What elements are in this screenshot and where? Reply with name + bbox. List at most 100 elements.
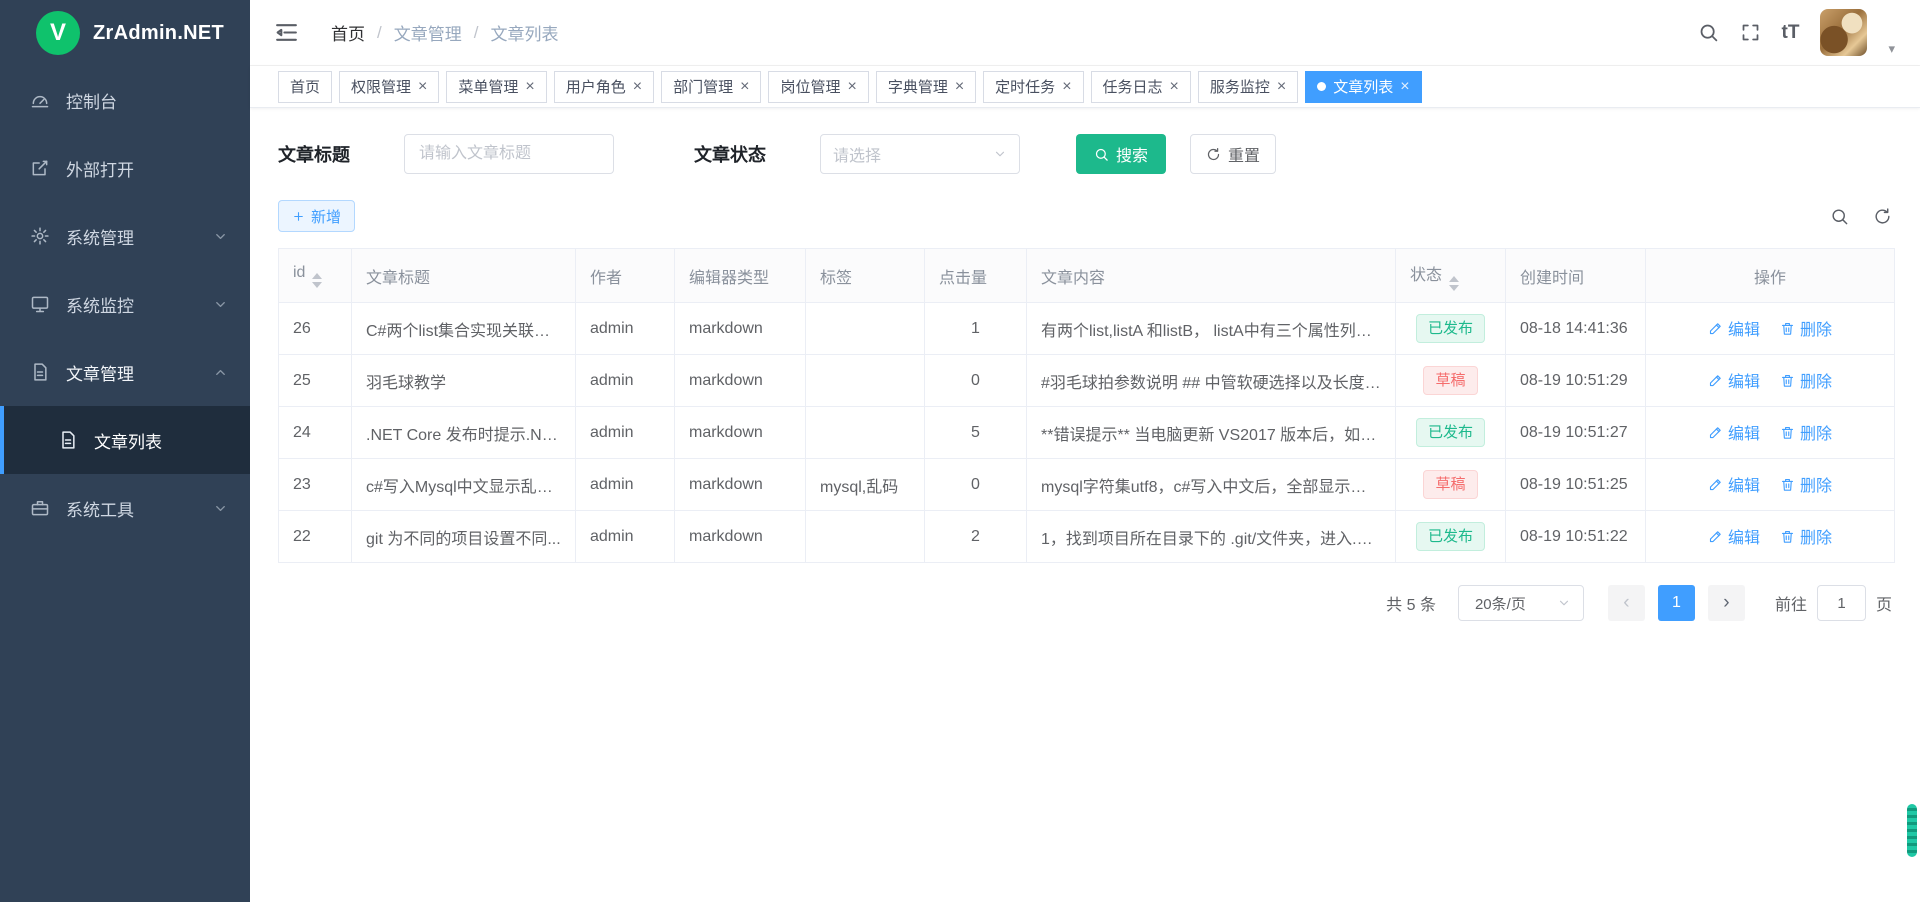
search-button[interactable]: 搜索 <box>1076 134 1166 174</box>
close-icon[interactable]: × <box>525 79 534 95</box>
sidebar-item-article-list[interactable]: 文章列表 <box>0 406 250 474</box>
sort-caret-icon[interactable] <box>1449 276 1459 291</box>
status-badge: 草稿 <box>1423 366 1477 395</box>
cell-action: 编辑删除 <box>1646 459 1895 511</box>
page-number-button[interactable]: 1 <box>1658 585 1695 621</box>
tab-label: 文章列表 <box>1333 76 1393 97</box>
sidebar-item-dashboard[interactable]: 控制台 <box>0 66 250 134</box>
cell-status: 已发布 <box>1396 303 1506 355</box>
search-icon[interactable] <box>1698 22 1719 43</box>
close-icon[interactable]: × <box>1400 79 1409 95</box>
table-row: 23c#写入Mysql中文显示乱码 ...adminmarkdownmysql,… <box>279 459 1895 511</box>
close-icon[interactable]: × <box>955 79 964 95</box>
tab-home[interactable]: 首页 <box>278 71 332 103</box>
delete-link[interactable]: 删除 <box>1780 420 1832 444</box>
user-avatar[interactable] <box>1820 9 1867 56</box>
cell-action: 编辑删除 <box>1646 407 1895 459</box>
refresh-icon[interactable] <box>1873 207 1892 226</box>
sort-descending-icon <box>312 282 322 288</box>
delete-link[interactable]: 删除 <box>1780 368 1832 392</box>
cell-created: 08-19 10:51:25 <box>1506 459 1646 511</box>
sidebar-item-system-admin[interactable]: 系统管理 <box>0 202 250 270</box>
cell-title: 羽毛球教学 <box>352 355 576 407</box>
toggle-search-icon[interactable] <box>1830 207 1849 226</box>
next-page-button[interactable]: › <box>1708 585 1745 621</box>
tab-perm-mgmt[interactable]: 权限管理× <box>339 71 439 103</box>
cell-action: 编辑 删除 <box>1646 355 1895 407</box>
reset-button[interactable]: 重置 <box>1190 134 1276 174</box>
breadcrumb-separator: / <box>377 23 382 43</box>
close-icon[interactable]: × <box>633 79 642 95</box>
tab-dict-mgmt[interactable]: 字典管理× <box>876 71 976 103</box>
delete-link[interactable]: 删除 <box>1780 472 1832 496</box>
close-icon[interactable]: × <box>1277 79 1286 95</box>
tab-article-list[interactable]: 文章列表 × <box>1305 71 1421 103</box>
page-unit-label: 页 <box>1876 591 1892 615</box>
breadcrumb-item-1[interactable]: 文章管理 <box>394 20 462 45</box>
status-badge: 已发布 <box>1416 314 1485 343</box>
reset-button-label: 重置 <box>1228 142 1260 166</box>
prev-page-button[interactable]: ‹ <box>1608 585 1645 621</box>
tab-label: 定时任务 <box>995 76 1055 97</box>
app-root: V ZrAdmin.NET 控制台外部打开系统管理系统监控文章管理文章列表系统工… <box>0 0 1920 902</box>
edit-link[interactable]: 编辑 <box>1708 472 1760 496</box>
main-area: 首页/文章管理/文章列表 tT ▾ 首页权限管理×菜单管理×用户角色×部门管理×… <box>250 0 1920 902</box>
page-size-select[interactable]: 20条/页 <box>1458 585 1584 621</box>
edit-link[interactable]: 编辑 <box>1708 368 1760 392</box>
add-button[interactable]: 新增 <box>278 200 355 232</box>
close-icon[interactable]: × <box>1170 79 1179 95</box>
tab-cron-task[interactable]: 定时任务 × <box>983 71 1083 103</box>
app-logo: V ZrAdmin.NET <box>0 0 250 66</box>
close-icon[interactable]: × <box>740 79 749 95</box>
tab-post-mgmt[interactable]: 岗位管理× <box>768 71 868 103</box>
close-icon[interactable]: × <box>847 79 856 95</box>
tab-service-monitor[interactable]: 服务监控× <box>1198 71 1298 103</box>
tab-label: 首页 <box>290 76 320 97</box>
sort-caret-icon[interactable] <box>312 273 322 288</box>
column-header-id[interactable]: id <box>279 249 352 303</box>
edit-link[interactable]: 编辑 <box>1708 316 1760 340</box>
delete-link[interactable]: 删除 <box>1780 316 1832 340</box>
tab-user-role[interactable]: 用户角色× <box>554 71 654 103</box>
article-title-input[interactable] <box>404 134 614 174</box>
edit-link[interactable]: 编辑 <box>1708 524 1760 548</box>
cell-editor: markdown <box>675 407 806 459</box>
sidebar-item-external-open[interactable]: 外部打开 <box>0 134 250 202</box>
edit-link[interactable]: 编辑 <box>1708 420 1760 444</box>
toolbar-right <box>1830 207 1892 226</box>
sidebar-collapse-icon[interactable] <box>274 20 299 45</box>
sidebar-item-system-monitor[interactable]: 系统监控 <box>0 270 250 338</box>
sidebar-item-system-tools[interactable]: 系统工具 <box>0 474 250 542</box>
tab-dept-mgmt[interactable]: 部门管理× <box>661 71 761 103</box>
document-icon <box>30 362 50 382</box>
column-header-tags: 标签 <box>806 249 925 303</box>
tags-view: 首页权限管理×菜单管理×用户角色×部门管理×岗位管理×字典管理×定时任务×任务日… <box>250 66 1920 108</box>
page-size-value: 20条/页 <box>1475 593 1526 614</box>
delete-link[interactable]: 删除 <box>1780 524 1832 548</box>
column-header-status[interactable]: 状态 <box>1396 249 1506 303</box>
column-label: 操作 <box>1754 270 1786 287</box>
user-menu-caret-icon[interactable]: ▾ <box>1888 41 1895 57</box>
navbar-right: tT ▾ <box>1698 0 1895 65</box>
tab-task-log[interactable]: 任务日志× <box>1091 71 1191 103</box>
delete-link-label: 删除 <box>1800 368 1832 392</box>
chevron-down-icon <box>213 297 228 312</box>
scrollbar-thumb[interactable] <box>1907 804 1917 857</box>
table-row: 26C#两个list集合实现关联，...adminmarkdown1有两个lis… <box>279 303 1895 355</box>
cell-clicks: 2 <box>925 511 1027 563</box>
tab-menu-mgmt[interactable]: 菜单管理 × <box>446 71 546 103</box>
font-size-icon[interactable]: tT <box>1782 22 1800 44</box>
close-icon[interactable]: × <box>1062 79 1071 95</box>
breadcrumb-item-0[interactable]: 首页 <box>331 20 365 45</box>
document-icon <box>58 430 78 450</box>
fullscreen-icon[interactable] <box>1740 22 1761 43</box>
cell-created: 08-19 10:51:29 <box>1506 355 1646 407</box>
column-header-content: 文章内容 <box>1027 249 1396 303</box>
close-icon[interactable]: × <box>418 79 427 95</box>
cell-content: **错误提示** 当电脑更新 VS2017 版本后，如果... <box>1027 407 1396 459</box>
tab-label: 菜单管理 <box>458 76 518 97</box>
goto-page-input[interactable] <box>1817 585 1866 621</box>
article-status-select[interactable]: 请选择 <box>820 134 1020 174</box>
sidebar-item-article-admin[interactable]: 文章管理 <box>0 338 250 406</box>
sidebar-item-label: 系统监控 <box>66 292 134 317</box>
